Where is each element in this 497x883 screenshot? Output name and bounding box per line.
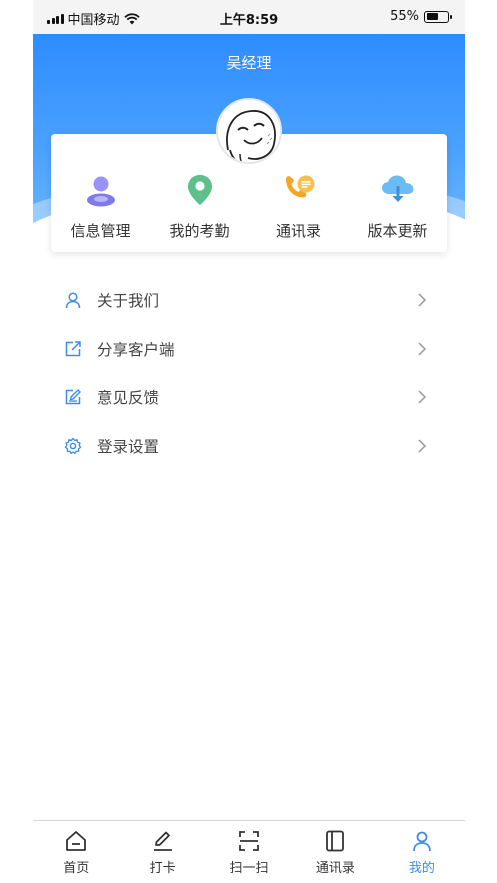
avatar[interactable] bbox=[216, 98, 282, 164]
gear-icon bbox=[63, 436, 83, 456]
scan-icon bbox=[236, 828, 262, 854]
menu-item-share-client[interactable]: 分享客户端 bbox=[51, 325, 447, 374]
tab-label: 扫一扫 bbox=[229, 861, 269, 876]
tab-label: 首页 bbox=[63, 861, 90, 876]
battery-fill bbox=[426, 13, 438, 20]
quick-action-info-management[interactable]: 信息管理 bbox=[51, 172, 150, 241]
user-profile-icon bbox=[83, 172, 119, 208]
battery-percent: 55% bbox=[390, 9, 419, 24]
quick-action-label: 版本更新 bbox=[367, 222, 428, 240]
bottom-tab-bar: 首页 打卡 扫一扫 通讯录 我的 bbox=[33, 820, 465, 883]
quick-action-attendance[interactable]: 我的考勤 bbox=[150, 172, 249, 241]
manager-name: 吴经理 bbox=[226, 54, 272, 72]
chevron-right-icon bbox=[418, 390, 427, 404]
edit-icon bbox=[63, 387, 83, 407]
phone-chat-icon bbox=[281, 172, 317, 208]
quick-actions-grid: 信息管理 我的考勤 通讯录 版本更新 bbox=[51, 172, 447, 241]
menu-item-login-settings[interactable]: 登录设置 bbox=[51, 422, 447, 471]
quick-action-label: 信息管理 bbox=[70, 222, 131, 240]
tab-label: 我的 bbox=[408, 861, 435, 876]
profile-icon bbox=[409, 828, 435, 854]
location-pin-icon bbox=[182, 172, 218, 208]
chevron-right-icon bbox=[418, 341, 427, 356]
menu-item-label: 意见反馈 bbox=[97, 389, 160, 408]
status-right: 55% bbox=[390, 9, 452, 24]
cloud-download-icon bbox=[380, 172, 416, 208]
tab-label: 打卡 bbox=[149, 861, 176, 876]
quick-action-version-update[interactable]: 版本更新 bbox=[348, 172, 447, 241]
menu-item-about-us[interactable]: 关于我们 bbox=[51, 276, 447, 325]
quick-action-label: 我的考勤 bbox=[169, 222, 230, 240]
pen-icon bbox=[150, 828, 176, 854]
menu-item-feedback[interactable]: 意见反馈 bbox=[51, 373, 447, 422]
settings-menu: 关于我们 分享客户端 意见反馈 登录设置 bbox=[51, 276, 447, 470]
menu-item-label: 分享客户端 bbox=[97, 340, 175, 359]
chevron-right-icon bbox=[418, 293, 427, 307]
quick-action-contacts[interactable]: 通讯录 bbox=[249, 172, 348, 241]
tab-scan[interactable]: 扫一扫 bbox=[206, 821, 292, 883]
tab-home[interactable]: 首页 bbox=[33, 821, 119, 883]
contacts-icon bbox=[322, 828, 348, 854]
status-bar: 中国移动 上午8:59 55% bbox=[33, 0, 465, 34]
tab-contacts[interactable]: 通讯录 bbox=[292, 821, 378, 883]
tab-mine[interactable]: 我的 bbox=[379, 821, 465, 883]
menu-item-label: 关于我们 bbox=[97, 292, 160, 311]
chevron-right-icon bbox=[418, 438, 427, 453]
tab-label: 通讯录 bbox=[315, 861, 355, 876]
tab-check-in[interactable]: 打卡 bbox=[119, 821, 205, 883]
menu-item-label: 登录设置 bbox=[97, 437, 160, 456]
person-icon bbox=[63, 290, 83, 310]
phone-screen: 中国移动 上午8:59 55% 吴经理 信息管理 我的考勤 通讯录 版本更新 关… bbox=[33, 0, 465, 883]
battery-icon bbox=[424, 10, 452, 23]
share-icon bbox=[63, 339, 83, 359]
home-icon bbox=[63, 828, 89, 854]
quick-action-label: 通讯录 bbox=[275, 222, 321, 240]
